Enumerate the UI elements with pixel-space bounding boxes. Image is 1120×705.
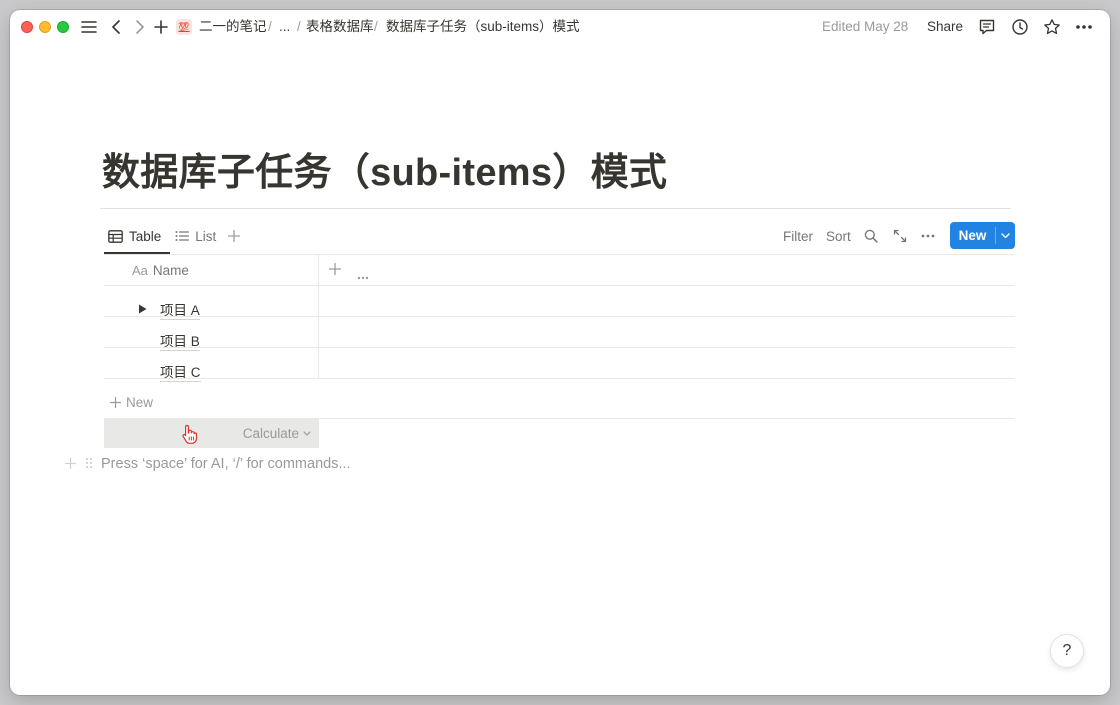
forward-arrow-icon[interactable] [132, 17, 148, 37]
breadcrumb-ellipsis[interactable]: ... [279, 18, 290, 36]
share-button[interactable]: Share [927, 18, 963, 36]
name-column-header[interactable]: Aa Name [132, 263, 189, 278]
table-row[interactable]: 项目 B [160, 334, 200, 351]
new-button-label[interactable]: New [950, 222, 995, 249]
filter-button[interactable]: Filter [783, 225, 813, 247]
breadcrumb-separator: / [268, 19, 272, 34]
search-icon[interactable] [864, 225, 878, 247]
back-arrow-icon[interactable] [108, 17, 124, 37]
name-column-label: Name [152, 263, 189, 278]
edited-timestamp: Edited May 28 [822, 19, 909, 34]
tab-list-label: List [195, 228, 217, 244]
expand-arrows-icon[interactable] [893, 225, 907, 247]
history-clock-icon[interactable] [1010, 17, 1030, 37]
table-icon [108, 229, 123, 243]
chevron-down-icon [303, 430, 311, 436]
more-options-icon[interactable] [1074, 17, 1094, 37]
empty-block-placeholder[interactable]: Press ‘space’ for AI, ‘/’ for commands..… [101, 454, 351, 474]
chevron-down-icon[interactable] [996, 222, 1015, 249]
tab-list[interactable]: List [171, 223, 220, 249]
table-top-border [104, 254, 1015, 255]
row-border [104, 378, 1015, 379]
hand-pointer-cursor-icon [182, 424, 198, 449]
zoom-window-button[interactable] [57, 21, 69, 33]
favorite-star-icon[interactable] [1042, 17, 1062, 37]
breadcrumb-separator: / [297, 19, 301, 34]
table-row[interactable]: 项目 C [160, 365, 201, 382]
new-record-button[interactable]: New [950, 222, 1015, 249]
add-new-row-button[interactable]: New [110, 395, 153, 410]
breadcrumb-parent[interactable]: 表格数据库 [306, 18, 374, 36]
view-more-icon[interactable] [921, 225, 935, 247]
workspace-emoji-icon: 💯 [176, 19, 192, 35]
row-border [104, 285, 1015, 286]
list-icon [175, 231, 190, 241]
text-property-icon: Aa [132, 263, 148, 278]
tab-table[interactable]: Table [104, 223, 165, 249]
row-border [104, 347, 1015, 348]
top-bar: 💯 二一的笔记 / ... / 表格数据库 / 数据库子任务（sub-items… [10, 10, 1110, 44]
breadcrumb-current[interactable]: 数据库子任务（sub-items）模式 [386, 18, 580, 36]
add-property-icon[interactable] [328, 262, 342, 280]
calculate-label: Calculate [242, 425, 299, 441]
new-page-plus-icon[interactable] [153, 17, 169, 37]
sidebar-menu-icon[interactable] [80, 17, 98, 37]
app-window: 💯 二一的笔记 / ... / 表格数据库 / 数据库子任务（sub-items… [10, 10, 1110, 695]
page-title[interactable]: 数据库子任务（sub-items）模式 [102, 150, 667, 196]
drag-handle-icon[interactable] [85, 457, 93, 472]
new-row-label: New [126, 395, 154, 410]
help-button[interactable]: ? [1050, 634, 1084, 668]
row-border [104, 316, 1015, 317]
sort-button[interactable]: Sort [826, 225, 851, 247]
view-tabs: Table List [104, 223, 241, 249]
title-divider [100, 208, 1011, 209]
plus-icon [110, 397, 121, 408]
close-window-button[interactable] [21, 21, 33, 33]
breadcrumb-separator: / [374, 19, 378, 34]
tab-table-label: Table [129, 228, 162, 244]
calculate-cell[interactable]: Calculate [104, 418, 319, 448]
property-more-icon[interactable] [357, 267, 369, 285]
minimize-window-button[interactable] [39, 21, 51, 33]
add-block-icon[interactable] [64, 457, 77, 472]
comments-icon[interactable] [977, 17, 997, 37]
breadcrumb-workspace[interactable]: 二一的笔记 [199, 18, 267, 36]
add-view-icon[interactable] [228, 226, 241, 246]
table-row[interactable]: 项目 A [160, 303, 200, 320]
